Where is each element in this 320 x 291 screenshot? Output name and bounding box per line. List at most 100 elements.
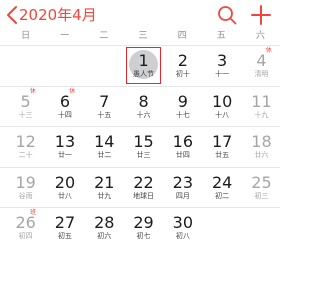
day-cell[interactable]: 29 初七	[124, 208, 163, 248]
day-number: 11	[251, 91, 272, 111]
day-cell[interactable]: 30 初八	[163, 208, 202, 248]
day-number: 8	[138, 91, 149, 111]
week-row: 12 二十 13 廿一 14 廿二 15 廿三 16 廿四 17 廿五 18 廿六	[0, 127, 280, 168]
chevron-left-icon	[6, 5, 18, 25]
day-number: 30	[172, 213, 194, 232]
day-cell[interactable]: 3 十一	[203, 46, 242, 86]
day-number: 3	[217, 51, 228, 70]
day-cell[interactable]: 21 廿九	[85, 168, 124, 208]
day-cell[interactable]: 休 6 十四	[45, 87, 84, 127]
day-number: 14	[94, 132, 115, 151]
day-cell[interactable]: 10 十八	[203, 87, 242, 127]
day-cell[interactable]: 17 廿五	[203, 127, 242, 167]
lunar-date: 十三	[18, 110, 33, 119]
day-number: 2	[177, 51, 188, 70]
lunar-date: 初七	[136, 232, 151, 240]
lunar-date: 地球日	[133, 191, 155, 200]
day-number: 22	[133, 172, 154, 192]
day-number: 26	[15, 213, 36, 232]
day-cell[interactable]: 24 初二	[203, 168, 242, 208]
day-cell[interactable]: 7 十五	[85, 87, 124, 127]
day-cell[interactable]: 班 26 初四	[6, 208, 45, 248]
week-row: 1 愚人节 2 初十 3 十一休 4 清明	[0, 46, 280, 87]
day-number: 15	[133, 132, 154, 151]
day-cell[interactable]: 23 四月	[163, 168, 202, 208]
lunar-date: 十五	[97, 110, 112, 119]
weekday-label: 二	[99, 31, 109, 41]
day-number: 29	[133, 213, 154, 232]
day-cell[interactable]: 16 廿四	[163, 127, 202, 167]
lunar-date: 初八	[175, 232, 190, 240]
week-row: 班 26 初四 27 初五 28 初六 29 初七 30 初八	[0, 208, 280, 249]
lunar-date: 十七	[175, 110, 190, 119]
lunar-date: 十九	[254, 110, 269, 119]
lunar-date: 廿六	[254, 151, 269, 159]
lunar-date: 廿二	[97, 151, 112, 159]
lunar-date: 愚人节	[133, 70, 155, 78]
search-button[interactable]	[216, 4, 238, 26]
lunar-date: 初六	[97, 232, 112, 240]
lunar-date: 初二	[215, 191, 230, 200]
lunar-date: 十八	[215, 110, 230, 119]
day-cell[interactable]: 13 廿一	[45, 127, 84, 167]
day-number: 5	[20, 91, 31, 111]
month-title: 2020年4月	[19, 6, 97, 24]
day-cell[interactable]: 18 廿六	[242, 127, 281, 167]
day-cell[interactable]: 2 初十	[163, 46, 202, 86]
day-cell-today[interactable]: 1 愚人节	[124, 46, 163, 86]
day-number: 10	[211, 91, 233, 111]
day-number: 12	[15, 132, 36, 151]
weekday-label: 五	[216, 31, 226, 41]
day-cell[interactable]: 22 地球日	[124, 168, 163, 208]
day-number: 28	[94, 213, 115, 232]
lunar-date: 清明	[254, 70, 269, 78]
day-cell[interactable]: 20 廿八	[45, 168, 84, 208]
lunar-date: 初三	[254, 191, 269, 200]
add-event-button[interactable]	[250, 4, 272, 26]
lunar-date: 四月	[175, 191, 190, 200]
day-number: 25	[251, 172, 272, 192]
day-cell[interactable]: 11 十九	[242, 87, 281, 127]
lunar-date: 廿一	[57, 151, 72, 159]
day-cell[interactable]: 14 廿二	[85, 127, 124, 167]
day-cell[interactable]: 25 初三	[242, 168, 281, 208]
day-cell[interactable]: 8 十六	[124, 87, 163, 127]
day-number: 17	[211, 132, 233, 151]
back-button[interactable]: 2020年4月	[6, 5, 97, 25]
weekday-label: 一	[60, 31, 70, 41]
lunar-date: 廿九	[97, 191, 112, 200]
navigation-bar: 2020年4月	[0, 0, 280, 30]
weekday-label: 日	[21, 31, 31, 41]
day-cell[interactable]: 9 十七	[163, 87, 202, 127]
day-cell[interactable]: 12 二十	[6, 127, 45, 167]
day-cell[interactable]: 19 谷雨	[6, 168, 45, 208]
weekday-label: 三	[138, 31, 148, 41]
day-number: 9	[177, 91, 188, 111]
day-number: 7	[99, 91, 110, 111]
lunar-date: 初十	[175, 70, 190, 78]
day-cell[interactable]: 休 5 十三	[6, 87, 45, 127]
day-number: 19	[15, 172, 36, 192]
day-number: 23	[172, 172, 194, 192]
lunar-date: 谷雨	[18, 191, 33, 200]
weekday-header: 日 一 二 三 四 五 六	[0, 28, 280, 44]
day-cell[interactable]: 28 初六	[85, 208, 124, 248]
lunar-date: 十一	[215, 70, 230, 78]
day-number: 13	[54, 132, 76, 151]
weekday-label: 四	[177, 31, 187, 41]
day-cell[interactable]: 15 廿三	[124, 127, 163, 167]
lunar-date: 廿四	[175, 151, 190, 159]
day-number: 21	[94, 172, 115, 192]
day-number: 18	[251, 132, 272, 151]
day-number: 20	[54, 172, 76, 192]
calendar-grid: 1 愚人节 2 初十 3 十一休 4 清明休 5 十三休 6 十四 7 十五 8 十六 9 十七 10 十八 11 十九 1…	[0, 46, 280, 249]
lunar-date: 初四	[18, 232, 33, 240]
day-number: 24	[211, 172, 233, 192]
day-cell[interactable]: 休 4 清明	[242, 46, 281, 86]
week-row: 19 谷雨 20 廿八 21 廿九 22 地球日 23 四月 24 初二 25 初三	[0, 168, 281, 208]
day-cell[interactable]: 27 初五	[45, 208, 84, 248]
lunar-date: 廿五	[215, 151, 230, 159]
lunar-date: 二十	[18, 151, 33, 159]
day-number: 4	[256, 51, 267, 70]
day-number: 16	[172, 132, 194, 151]
